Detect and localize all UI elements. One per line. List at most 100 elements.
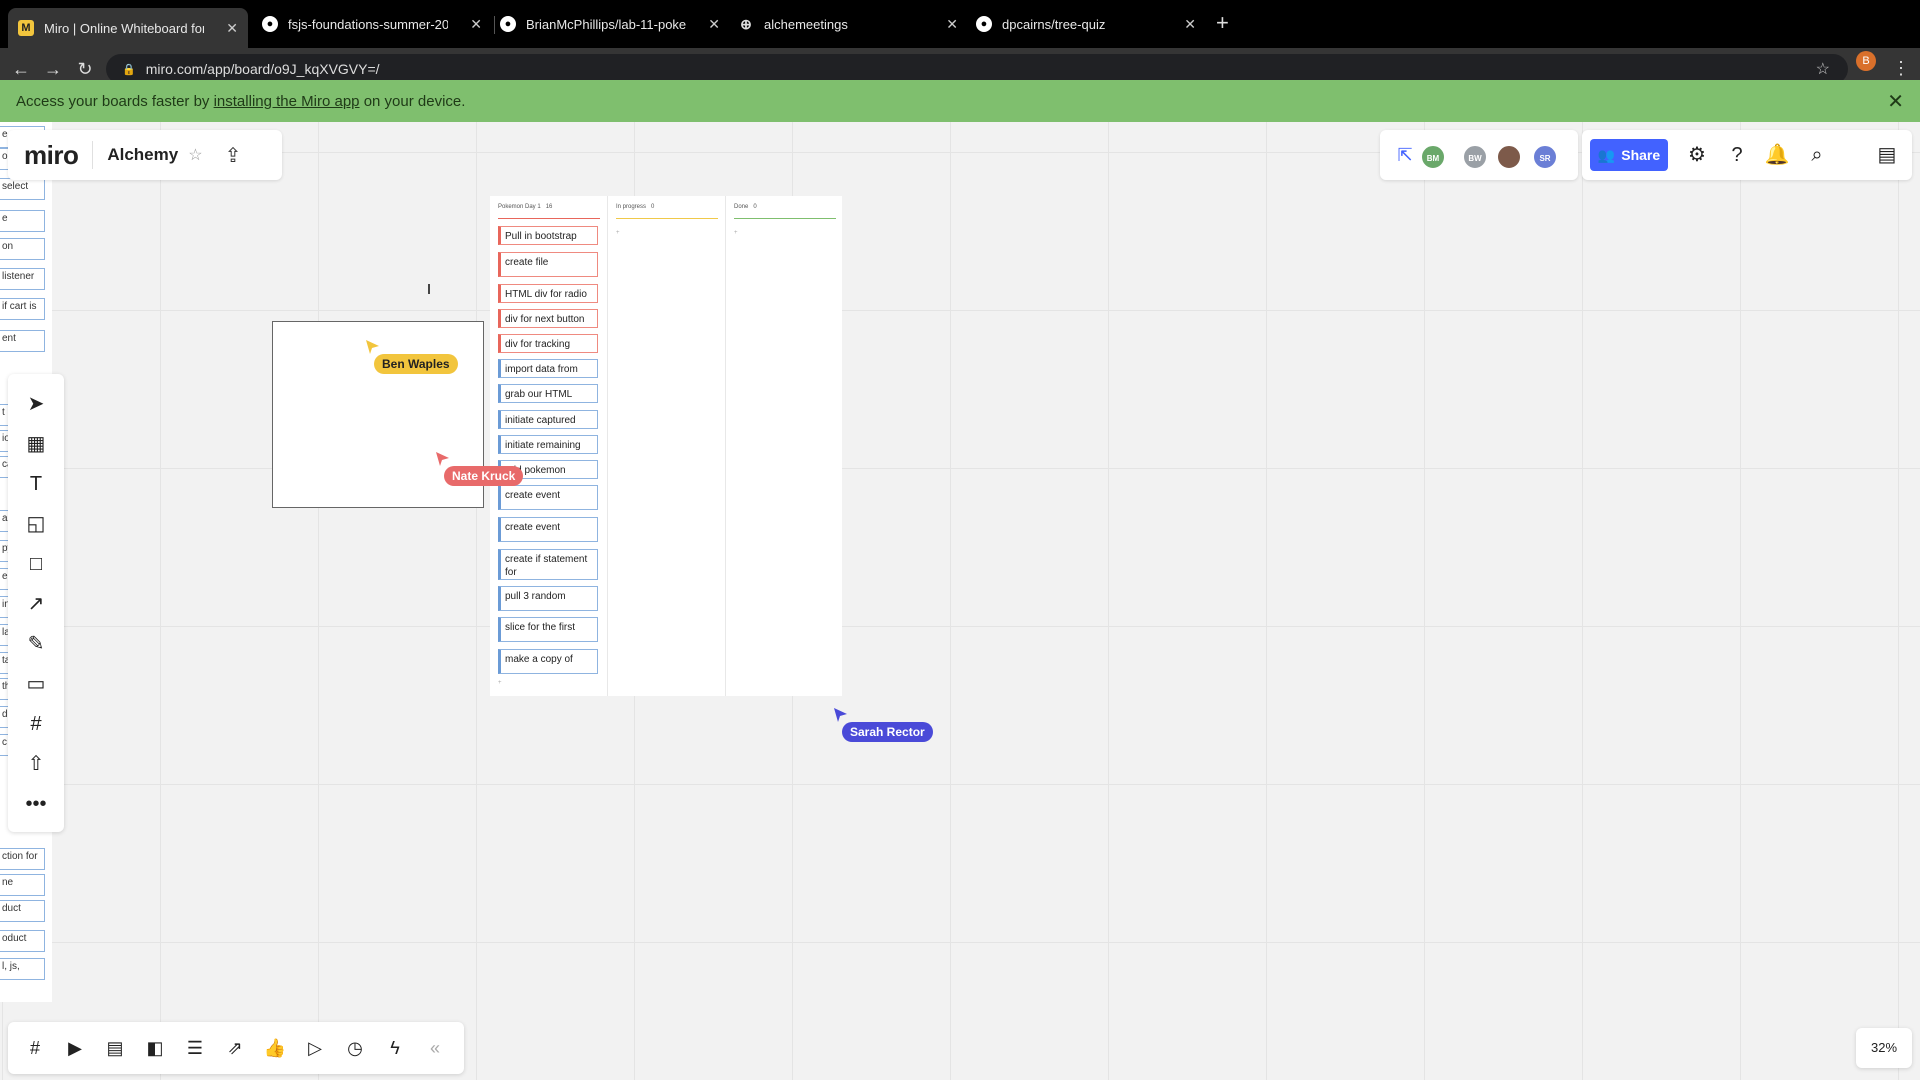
browser-tab-lab11[interactable]: ● BrianMcPhillips/lab-11-pokemon ✕: [490, 9, 730, 39]
select-cursor-icon[interactable]: ➤: [22, 390, 50, 418]
presentation-icon[interactable]: ▶: [62, 1035, 88, 1061]
connection-line-icon[interactable]: ↗: [22, 590, 50, 618]
clipped-sticky-note[interactable]: oduct: [0, 930, 45, 952]
github-icon: ●: [500, 16, 516, 32]
cursor-sarah-rector: Sarah Rector: [834, 708, 933, 742]
clipped-sticky-note[interactable]: e: [0, 210, 45, 232]
lightning-icon[interactable]: ϟ: [382, 1035, 408, 1061]
kanban-card[interactable]: initiate captured: [498, 410, 598, 429]
clipped-sticky-note[interactable]: ction for: [0, 848, 45, 870]
close-tab-icon[interactable]: ✕: [946, 16, 958, 33]
pen-icon[interactable]: ✎: [22, 630, 50, 658]
browser-tab-miro[interactable]: M Miro | Online Whiteboard for Visual Co…: [8, 8, 248, 48]
clipped-sticky-note[interactable]: duct: [0, 900, 45, 922]
close-tab-icon[interactable]: ✕: [226, 20, 238, 37]
bookmark-star-icon[interactable]: ☆: [1816, 59, 1830, 79]
tab-title: Miro | Online Whiteboard for Visual Coll…: [44, 20, 204, 36]
browser-menu-icon[interactable]: ⋮: [1892, 58, 1910, 79]
avatar[interactable]: BM: [1420, 144, 1446, 170]
frames-icon[interactable]: #: [22, 1035, 48, 1061]
browser-tab-fsjs[interactable]: ● fsjs-foundations-summer-2021 ✕: [252, 9, 492, 39]
cursor-filter-icon[interactable]: ⇱: [1392, 142, 1418, 168]
close-tab-icon[interactable]: ✕: [470, 16, 482, 33]
notes-panel-icon[interactable]: ▤: [1874, 142, 1900, 168]
forward-icon[interactable]: →: [42, 58, 64, 80]
upload-icon[interactable]: ⇧: [22, 750, 50, 778]
install-app-link[interactable]: installing the Miro app: [214, 93, 360, 110]
back-icon[interactable]: ←: [10, 58, 32, 80]
kanban-card[interactable]: import data from: [498, 359, 598, 378]
more-icon[interactable]: •••: [22, 790, 50, 818]
zoom-level[interactable]: 32%: [1856, 1028, 1912, 1068]
creation-toolbar: ➤ ▦ T ◱ □ ↗ ✎ ▭ # ⇧ •••: [8, 374, 64, 832]
comment-icon[interactable]: ▭: [22, 670, 50, 698]
kanban-card[interactable]: HTML div for radio: [498, 284, 598, 303]
templates-icon[interactable]: ▦: [22, 430, 50, 458]
kanban-card[interactable]: Pull in bootstrap: [498, 226, 598, 245]
placeholder-dot: +: [734, 230, 738, 236]
help-icon[interactable]: ?: [1724, 142, 1750, 168]
kanban-card[interactable]: create if statement for: [498, 549, 598, 580]
sticky-note-icon[interactable]: ◱: [22, 510, 50, 538]
kanban-card[interactable]: div for tracking: [498, 334, 598, 353]
star-icon[interactable]: ☆: [188, 145, 202, 165]
avatar[interactable]: [1496, 144, 1522, 170]
board-canvas[interactable]: [0, 122, 1920, 1080]
comments-icon[interactable]: ▤: [102, 1035, 128, 1061]
kanban-card[interactable]: grab our HTML: [498, 384, 598, 403]
board-name[interactable]: Alchemy: [107, 145, 178, 165]
kanban-card[interactable]: initiate remaining: [498, 435, 598, 454]
close-banner-icon[interactable]: ✕: [1887, 89, 1904, 114]
thumbs-up-icon[interactable]: 👍: [262, 1035, 288, 1061]
timer-icon[interactable]: ◷: [342, 1035, 368, 1061]
clipped-sticky-note[interactable]: select: [0, 178, 45, 200]
avatar[interactable]: BW: [1462, 144, 1488, 170]
clipped-sticky-note[interactable]: ent: [0, 330, 45, 352]
clipped-sticky-note[interactable]: ne: [0, 874, 45, 896]
text-icon[interactable]: T: [22, 470, 50, 498]
people-icon: 👥: [1597, 146, 1616, 163]
kanban-card[interactable]: slice for the first: [498, 617, 598, 642]
kanban-card[interactable]: div for next button: [498, 309, 598, 328]
kanban-card[interactable]: create event: [498, 485, 598, 510]
kanban-card[interactable]: make a copy of: [498, 649, 598, 674]
clipped-sticky-note[interactable]: on: [0, 238, 45, 260]
miro-logo[interactable]: miro: [24, 140, 79, 171]
browser-tab-alchemeetings[interactable]: ⊕ alchemeetings ✕: [728, 9, 968, 39]
close-tab-icon[interactable]: ✕: [708, 16, 720, 33]
lock-icon: 🔒: [122, 63, 136, 76]
clipped-sticky-note[interactable]: l, js,: [0, 958, 45, 980]
video-icon[interactable]: ▷: [302, 1035, 328, 1061]
kanban-card[interactable]: create event: [498, 517, 598, 542]
column-header: Done 0: [734, 204, 757, 210]
avatar[interactable]: SR: [1532, 144, 1558, 170]
search-icon[interactable]: ⌕: [1804, 142, 1830, 168]
clipped-sticky-note[interactable]: listener: [0, 268, 45, 290]
share-label: Share: [1621, 147, 1661, 163]
bell-icon[interactable]: 🔔: [1764, 142, 1790, 168]
close-tab-icon[interactable]: ✕: [1184, 16, 1196, 33]
share-screen-icon[interactable]: ⇗: [222, 1035, 248, 1061]
frame-icon[interactable]: #: [22, 710, 50, 738]
collapse-icon[interactable]: «: [422, 1035, 448, 1061]
kanban-card[interactable]: create file: [498, 252, 598, 277]
share-button[interactable]: 👥 Share: [1590, 139, 1668, 171]
column-header: Pokemon Day 1 16: [498, 204, 553, 210]
reload-icon[interactable]: ↻: [74, 58, 96, 80]
browser-tab-tree-quiz[interactable]: ● dpcairns/tree-quiz ✕: [966, 9, 1206, 39]
tab-title: BrianMcPhillips/lab-11-pokemon: [526, 16, 686, 32]
chat-icon[interactable]: ◧: [142, 1035, 168, 1061]
kanban-board[interactable]: Pokemon Day 1 16 In progress 0 + Done 0 …: [490, 196, 842, 696]
new-tab-icon[interactable]: +: [1216, 12, 1229, 34]
export-icon[interactable]: ⇪: [225, 143, 242, 168]
column-color-line: [734, 218, 836, 219]
kanban-card[interactable]: pull 3 random: [498, 586, 598, 611]
settings-sliders-icon[interactable]: ⚙: [1684, 142, 1710, 168]
clipped-sticky-note[interactable]: if cart is: [0, 298, 45, 320]
card-list-icon[interactable]: ☰: [182, 1035, 208, 1061]
banner-text-suffix: on your device.: [363, 92, 466, 110]
shape-icon[interactable]: □: [22, 550, 50, 578]
profile-avatar[interactable]: B: [1856, 51, 1876, 71]
cursor-name-label: Ben Waples: [374, 354, 458, 374]
banner-text: Access your boards faster by: [16, 92, 210, 110]
